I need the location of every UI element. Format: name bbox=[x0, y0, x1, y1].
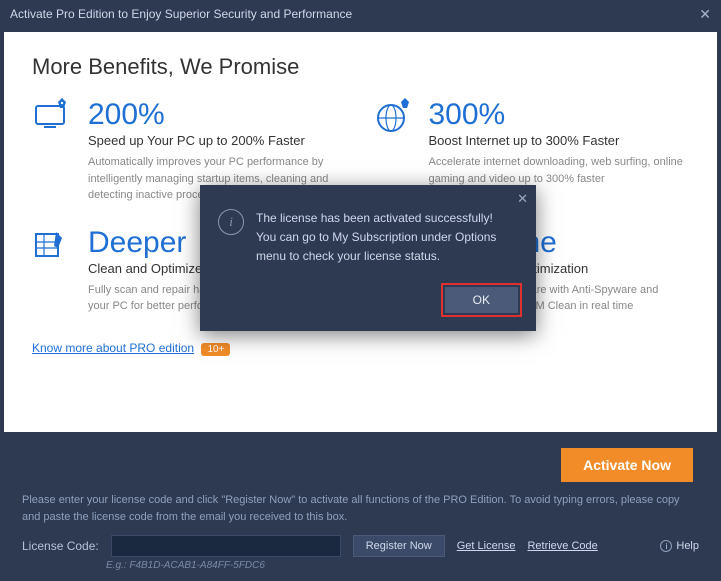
feature-stat: 200% bbox=[88, 98, 348, 131]
license-code-label: License Code: bbox=[22, 539, 99, 553]
info-icon: i bbox=[218, 209, 244, 235]
ok-button[interactable]: OK bbox=[445, 287, 518, 313]
feature-count-badge: 10+ bbox=[201, 343, 230, 356]
get-license-link[interactable]: Get License bbox=[457, 540, 516, 552]
retrieve-code-link[interactable]: Retrieve Code bbox=[527, 540, 597, 552]
activate-now-button[interactable]: Activate Now bbox=[561, 448, 693, 482]
globe-rocket-icon bbox=[373, 98, 415, 140]
registry-broom-icon bbox=[32, 226, 74, 268]
license-example: E.g.: F4B1D-ACAB1-A84FF-5FDC6 bbox=[106, 560, 699, 571]
dialog-close-icon[interactable]: ✕ bbox=[517, 191, 528, 207]
dialog-message: The license has been activated successfu… bbox=[256, 209, 518, 267]
feature-subtitle: Speed up Your PC up to 200% Faster bbox=[88, 133, 348, 148]
info-icon: i bbox=[660, 540, 672, 552]
help-link[interactable]: i Help bbox=[660, 540, 699, 552]
page-title: More Benefits, We Promise bbox=[32, 54, 689, 80]
monitor-rocket-icon bbox=[32, 98, 74, 140]
feature-desc: Accelerate internet downloading, web sur… bbox=[429, 154, 689, 187]
activation-success-dialog: ✕ i The license has been activated succe… bbox=[200, 185, 536, 331]
know-more-row: Know more about PRO edition 10+ bbox=[32, 341, 689, 356]
footer: Activate Now Please enter your license c… bbox=[0, 436, 721, 581]
window-title: Activate Pro Edition to Enjoy Superior S… bbox=[10, 7, 352, 21]
titlebar: Activate Pro Edition to Enjoy Superior S… bbox=[0, 0, 721, 28]
license-code-input[interactable] bbox=[111, 535, 341, 557]
close-icon[interactable]: ✕ bbox=[699, 6, 711, 23]
feature-stat: 300% bbox=[429, 98, 689, 131]
license-note: Please enter your license code and click… bbox=[22, 492, 699, 525]
know-more-link[interactable]: Know more about PRO edition bbox=[32, 341, 194, 355]
feature-subtitle: Boost Internet up to 300% Faster bbox=[429, 133, 689, 148]
register-now-button[interactable]: Register Now bbox=[353, 535, 445, 557]
